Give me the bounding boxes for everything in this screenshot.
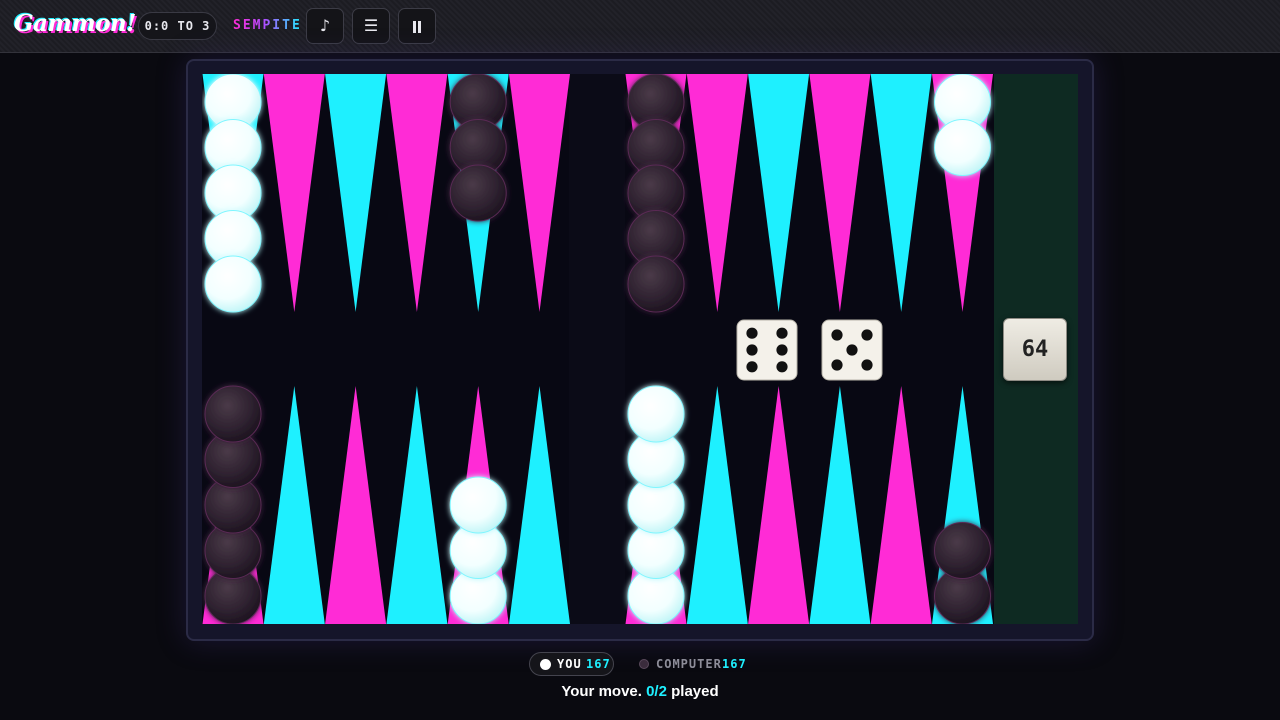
die-2[interactable] (821, 319, 883, 381)
backgammon-board[interactable] (202, 74, 1078, 624)
die-pip (776, 327, 788, 339)
die-pip (831, 329, 843, 341)
dark-checker-icon (639, 659, 649, 669)
hamburger-menu-icon: ☰ (363, 16, 379, 35)
white-checker-icon (540, 659, 551, 670)
die-pip (776, 344, 788, 356)
status-prefix: Your move. (561, 683, 642, 700)
menu-button[interactable]: ☰ (352, 8, 390, 44)
status-suffix: played (671, 683, 719, 700)
white-checker[interactable] (449, 476, 507, 534)
white-checker[interactable] (934, 119, 991, 176)
bar (569, 74, 625, 624)
die-1[interactable] (736, 319, 798, 381)
dark-checker[interactable] (204, 385, 262, 443)
you-pip-count: 167 (586, 657, 611, 671)
die-pip (831, 359, 843, 371)
pause-icon (413, 20, 421, 33)
dark-checker[interactable] (627, 255, 685, 313)
white-checker[interactable] (204, 255, 262, 313)
die-pip (746, 361, 758, 373)
die-pip (746, 327, 758, 339)
die-pip (846, 344, 858, 356)
doubling-cube[interactable]: 64 (1003, 318, 1067, 381)
game-logo: Gammon! (14, 10, 136, 37)
match-score-badge: 0:0 TO 3 (138, 12, 217, 40)
die-pip (746, 344, 758, 356)
die-pip (861, 359, 873, 371)
die-pip (776, 361, 788, 373)
music-toggle-button[interactable]: ♪ (306, 8, 344, 44)
computer-pip-count: 167 (722, 657, 747, 671)
moves-played-count: 0/2 (646, 683, 667, 700)
dark-checker[interactable] (449, 164, 507, 222)
music-note-icon: ♪ (319, 16, 331, 35)
computer-label: COMPUTER (656, 657, 722, 671)
die-pip (861, 329, 873, 341)
pause-button[interactable] (398, 8, 436, 44)
status-message: Your move. 0/2 played (0, 683, 1280, 700)
dark-checker[interactable] (934, 522, 991, 579)
brand-label: SEMPITE (233, 18, 302, 33)
white-checker[interactable] (627, 385, 685, 443)
you-label: YOU (557, 657, 582, 671)
